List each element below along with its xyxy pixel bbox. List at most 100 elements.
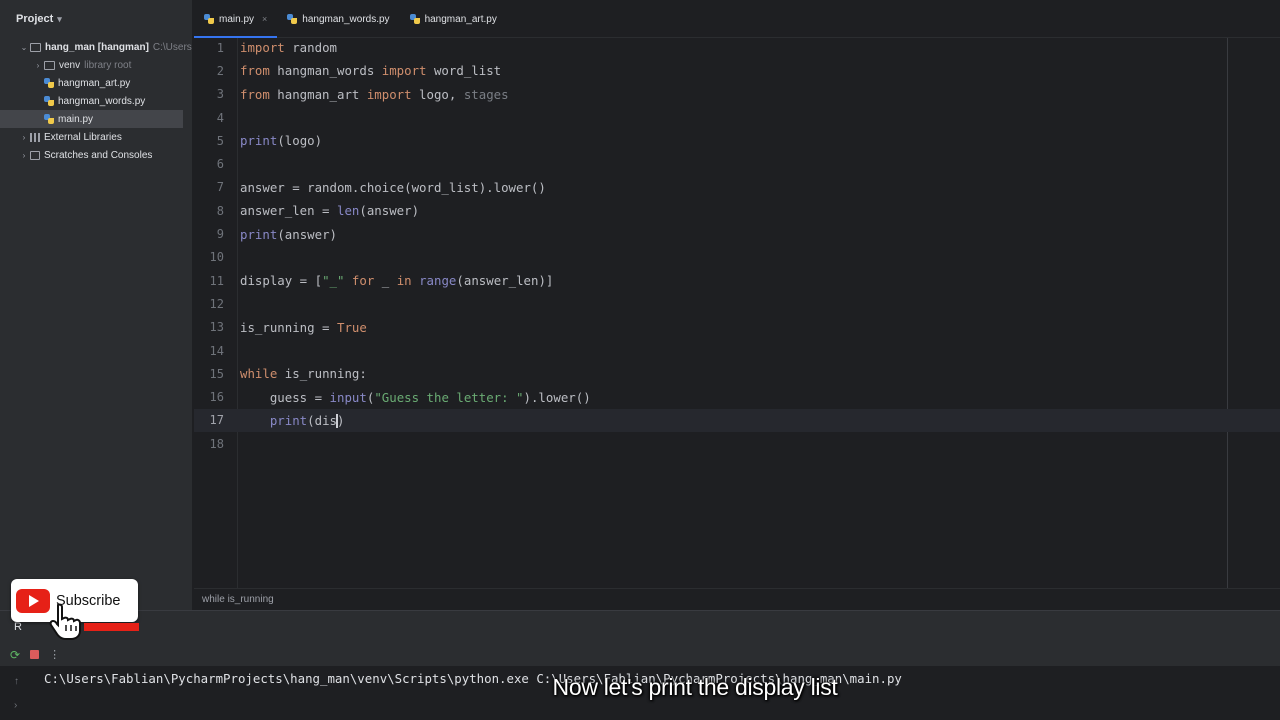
code-token: input [329,389,367,405]
code-token: from [240,63,270,79]
line-number: 9 [216,227,224,242]
line-number: 3 [216,87,224,102]
chevron-down-icon[interactable]: ⌄ [18,43,30,52]
code-line[interactable]: 13 is_running = True [194,316,1280,339]
tree-item[interactable]: › venv library root [0,56,192,74]
code-token: len [336,203,360,219]
code-text: answer = random.choice(word_list).lower(… [240,180,546,195]
code-token: display = [ [240,273,323,289]
code-token: answer = random.choice(word_list).lower(… [240,179,546,195]
code-line[interactable]: 8 answer_len = len(answer) [194,199,1280,222]
editor-tab-label: hangman_words.py [302,13,390,25]
close-icon[interactable]: × [262,14,267,24]
code-line[interactable]: 11 display = ["_" for _ in range(answer_l… [194,269,1280,292]
run-tab-label: R [14,621,22,633]
line-number: 5 [216,133,224,148]
editor-tab-label: main.py [219,13,255,25]
code-line[interactable]: 9 print(answer) [194,222,1280,245]
rerun-icon[interactable]: ⟳ [10,648,20,662]
editor-tab[interactable]: hangman_art.py [400,0,507,38]
editor-tab[interactable]: hangman_words.py [277,0,399,38]
video-caption: Now let's print the display list [552,674,838,700]
tree-item-label: venv [59,59,81,71]
breadcrumb-item[interactable]: while is_running [202,594,274,605]
code-line[interactable]: 5 print(logo) [194,129,1280,152]
code-line[interactable]: 16 guess = input("Guess the letter: ").l… [194,386,1280,409]
run-panel: R ⟳ ⋮ ↑ › C:\Users\Fablian\PycharmProjec… [0,610,1280,720]
tree-item[interactable]: ⌄ hang_man [hangman] C:\Users [0,38,192,56]
code-text: import random [240,40,337,55]
code-line[interactable]: 1 import random [194,36,1280,59]
code-text: from hangman_words import word_list [240,63,501,78]
code-token: "_" [322,273,345,289]
code-line[interactable]: 10 [194,246,1280,269]
code-line[interactable]: 18 [194,432,1280,455]
tree-item[interactable]: › External Libraries [0,128,192,146]
tree-item-hint: library root [84,59,132,71]
more-options-icon[interactable]: ⋮ [49,648,60,661]
scratch-icon [30,150,40,160]
line-number: 4 [216,110,224,125]
line-number: 8 [216,203,224,218]
code-token: (logo) [277,133,323,149]
code-token: stages [463,86,509,102]
line-number: 7 [216,180,224,195]
expand-icon[interactable]: › [14,700,17,711]
code-token: answer_len = [240,203,337,219]
project-tree: ⌄ hang_man [hangman] C:\Users › venv library … [0,38,192,164]
code-text: print(dis) [240,413,344,429]
code-line[interactable]: 12 [194,292,1280,315]
editor-tabs: main.py × hangman_words.py hangman_art.py [194,0,1280,38]
code-token: True [336,319,367,335]
code-editor[interactable]: 1 import random 2 from hangman_words import… [194,38,1280,588]
code-text: is_running = True [240,320,367,335]
line-number: 15 [209,366,224,381]
stop-icon[interactable] [30,650,40,659]
code-token: "Guess the letter: " [374,389,524,405]
tree-item[interactable]: › Scratches and Consoles [0,146,192,164]
code-token: (dis [307,412,337,428]
chevron-right-icon[interactable]: › [32,61,44,70]
tree-item[interactable]: main.py [0,110,183,128]
line-number: 2 [216,63,224,78]
code-line[interactable]: 6 [194,153,1280,176]
code-line[interactable]: 15 while is_running: [194,362,1280,385]
code-line[interactable]: 7 answer = random.choice(word_list).lower… [194,176,1280,199]
python-file-icon [44,114,54,124]
code-line[interactable]: 4 [194,106,1280,129]
line-number: 13 [209,320,224,335]
breadcrumb: while is_running [194,588,1280,610]
python-file-icon [409,14,420,24]
python-file-icon [287,14,298,24]
youtube-logo-icon [16,588,50,613]
folder-icon [30,42,41,52]
tree-item[interactable]: hangman_art.py [0,74,192,92]
code-line[interactable]: 2 from hangman_words import word_list [194,59,1280,82]
chevron-down-icon: ▾ [57,13,62,24]
editor-tab-label: hangman_art.py [424,13,497,25]
code-token: range [419,273,457,289]
ide-window: Project ▾ ⌄ hang_man [hangman] C:\Users › ve… [0,0,1280,720]
library-icon [30,132,40,142]
code-text: answer_len = len(answer) [240,203,419,218]
code-line[interactable]: 17 print(dis) [194,408,1280,433]
chevron-right-icon[interactable]: › [18,133,30,142]
code-token: is_running: [277,366,367,382]
project-view-selector[interactable]: Project ▾ [0,0,192,38]
tree-item-hint: C:\Users [152,41,192,53]
line-number: 12 [209,296,224,311]
code-token: logo, [411,86,464,102]
subscribe-red-bar [84,623,139,631]
python-file-icon [44,96,54,106]
code-token: hangman_words [269,63,382,79]
code-line[interactable]: 3 from hangman_art import logo, stages [194,83,1280,106]
run-tab-header[interactable]: R [0,611,1280,643]
code-token: guess = [240,389,330,405]
code-line[interactable]: 14 [194,339,1280,362]
chevron-right-icon[interactable]: › [18,151,30,160]
project-title: Project [16,13,54,25]
tree-item[interactable]: hangman_words.py [0,92,192,110]
editor-tab[interactable]: main.py × [194,0,278,38]
